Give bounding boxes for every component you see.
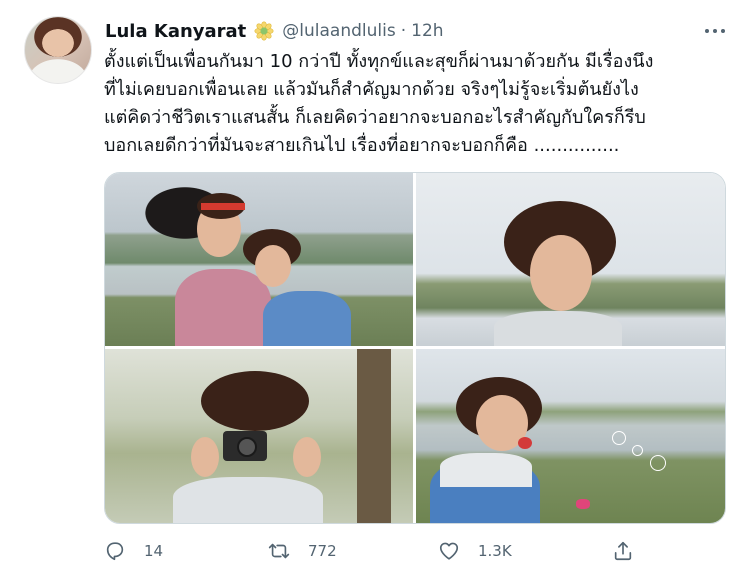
sunflower-emoji-icon <box>254 21 274 41</box>
tweet-text: ตั้งแต่เป็นเพื่อนกันมา 10 กว่าปี ทั้งทุก… <box>104 51 654 156</box>
photo-2[interactable] <box>416 173 725 346</box>
reply-count: 14 <box>144 542 164 560</box>
like-button[interactable]: 1.3K <box>438 536 512 566</box>
tweet-header: Lula Kanyarat @lulaandlulis · 12h <box>105 16 729 46</box>
display-name[interactable]: Lula Kanyarat <box>105 21 246 42</box>
like-icon <box>438 540 460 562</box>
tweet-actions: 14 772 1.3K <box>104 536 644 566</box>
share-icon <box>612 540 634 562</box>
more-options-icon[interactable] <box>701 18 729 44</box>
tweet-card[interactable]: Lula Kanyarat @lulaandlulis · 12h ตั้งแต… <box>0 0 749 575</box>
share-button[interactable] <box>612 536 634 566</box>
reply-icon <box>104 540 126 562</box>
like-count: 1.3K <box>478 542 512 560</box>
avatar[interactable] <box>24 16 92 84</box>
photo-3[interactable] <box>105 349 413 523</box>
photo-1[interactable] <box>105 173 413 346</box>
reply-button[interactable]: 14 <box>104 536 163 566</box>
separator-dot: · <box>400 21 407 41</box>
tweet-timestamp[interactable]: 12h <box>411 21 443 41</box>
retweet-count: 772 <box>308 542 337 560</box>
retweet-button[interactable]: 772 <box>268 536 337 566</box>
photo-4[interactable] <box>416 349 725 523</box>
user-handle[interactable]: @lulaandlulis <box>282 21 395 41</box>
media-grid <box>104 172 726 524</box>
retweet-icon <box>268 540 290 562</box>
